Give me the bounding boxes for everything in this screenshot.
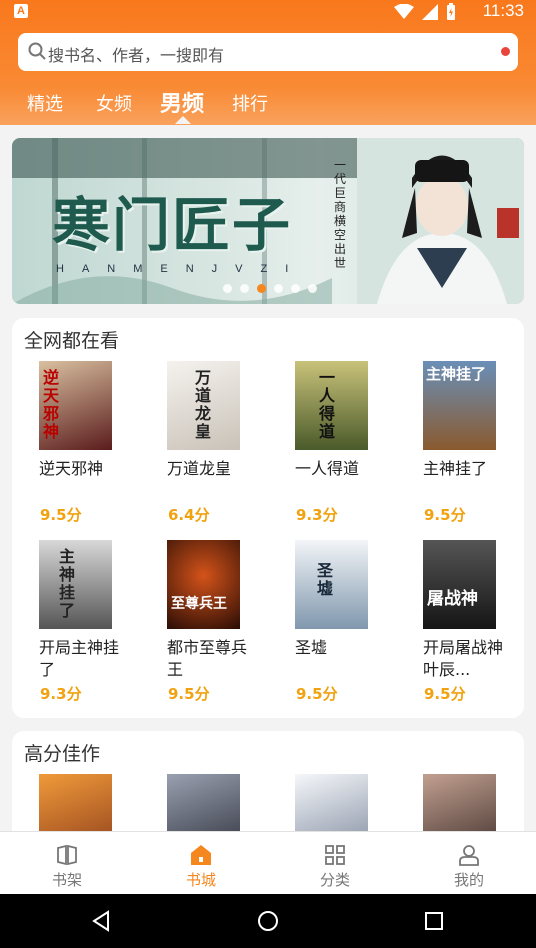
book-title: 圣墟 xyxy=(295,638,328,657)
app-header: A 11:33 搜书名、作者，一搜即有 精选 女频 男频 排行 xyxy=(0,0,536,125)
banner-tagline: 一代巨商横空出世 xyxy=(334,158,347,270)
book-cover[interactable]: 万道龙皇 xyxy=(167,361,240,450)
book-cover[interactable]: 主神挂了 xyxy=(423,361,496,450)
nav-bookstore[interactable]: 书城 xyxy=(134,832,268,895)
book-cover[interactable]: 一人得道 xyxy=(295,361,368,450)
active-tab-indicator xyxy=(175,116,191,124)
book-cover[interactable]: 逆天邪神 xyxy=(39,361,112,450)
book-cover[interactable]: 主神挂了 xyxy=(39,540,112,629)
banner-dot-active[interactable] xyxy=(257,284,266,293)
status-icons xyxy=(394,3,456,21)
notification-dot xyxy=(501,47,510,56)
banner-pinyin: HANMENJVZI xyxy=(56,263,307,275)
cover-title: 主神挂了 xyxy=(59,547,76,620)
app-notification-icon: A xyxy=(14,4,28,18)
status-time: 11:33 xyxy=(482,1,524,20)
wifi-icon xyxy=(394,4,414,19)
book-score: 9.3分 xyxy=(296,506,338,524)
tab-female[interactable]: 女频 xyxy=(96,90,132,116)
book-score: 9.5分 xyxy=(424,685,466,703)
nav-label: 书城 xyxy=(185,871,216,889)
user-icon xyxy=(459,845,479,866)
book-score: 9.5分 xyxy=(296,685,338,703)
banner-title: 寒门匠子 xyxy=(52,191,293,259)
book-cover[interactable]: 圣墟 xyxy=(295,540,368,629)
promo-banner[interactable]: 寒门匠子 HANMENJVZI 一代巨商横空出世 xyxy=(12,138,524,304)
tab-featured[interactable]: 精选 xyxy=(27,90,63,116)
status-bar: A 11:33 xyxy=(0,0,536,24)
book-title: 开局主神挂了 xyxy=(39,638,120,679)
cover-title: 屠战神 xyxy=(427,589,478,609)
section-trending: 全网都在看 逆天邪神 逆天邪神 9.5分 万道龙皇 万道龙皇 6.4分 一人得道… xyxy=(12,318,524,718)
cover-title: 圣墟 xyxy=(317,561,334,598)
cover-title: 至尊兵王 xyxy=(171,596,227,612)
search-icon xyxy=(28,42,46,60)
home-icon xyxy=(191,845,211,865)
book-score: 9.5分 xyxy=(40,506,82,524)
book-score: 6.4分 xyxy=(168,506,210,524)
bottom-navigation: 书架 书城 分类 我的 xyxy=(0,831,536,895)
tab-male[interactable]: 男频 xyxy=(160,86,204,118)
banner-dot[interactable] xyxy=(291,284,300,293)
book-title: 主神挂了 xyxy=(423,459,488,478)
back-icon[interactable] xyxy=(90,910,112,932)
banner-dot[interactable] xyxy=(274,284,283,293)
home-circle-icon[interactable] xyxy=(257,910,279,932)
book-title: 一人得道 xyxy=(295,459,360,478)
grid-icon xyxy=(325,845,345,865)
book-title: 开局屠战神叶辰... xyxy=(423,638,504,679)
search-placeholder: 搜书名、作者，一搜即有 xyxy=(48,46,225,65)
nav-bookshelf[interactable]: 书架 xyxy=(0,832,134,895)
banner-character-art xyxy=(357,138,524,304)
cover-title: 一人得道 xyxy=(319,368,336,441)
section-title: 全网都在看 xyxy=(24,330,120,352)
cover-title: 逆天邪神 xyxy=(43,368,60,441)
banner-dot[interactable] xyxy=(240,284,249,293)
nav-label: 分类 xyxy=(319,871,350,889)
book-cover[interactable]: 至尊兵王 xyxy=(167,540,240,629)
search-bar[interactable]: 搜书名、作者，一搜即有 xyxy=(18,33,518,71)
nav-profile[interactable]: 我的 xyxy=(402,832,536,895)
book-title: 逆天邪神 xyxy=(39,459,104,478)
book-cover[interactable]: 屠战神 xyxy=(423,540,496,629)
banner-dot[interactable] xyxy=(308,284,317,293)
cover-title: 主神挂了 xyxy=(426,365,487,383)
tab-ranking[interactable]: 排行 xyxy=(232,90,268,116)
cover-title: 万道龙皇 xyxy=(195,368,212,441)
system-navigation-bar xyxy=(0,894,536,948)
book-score: 9.5分 xyxy=(168,685,210,703)
banner-pagination xyxy=(0,284,536,294)
battery-icon xyxy=(447,3,455,20)
nav-label: 我的 xyxy=(453,871,484,889)
recents-icon[interactable] xyxy=(424,911,444,931)
category-tabs: 精选 女频 男频 排行 xyxy=(0,84,536,124)
book-title: 万道龙皇 xyxy=(167,459,232,478)
banner-dot[interactable] xyxy=(223,284,232,293)
nav-category[interactable]: 分类 xyxy=(268,832,402,895)
section-title: 高分佳作 xyxy=(24,743,101,765)
book-score: 9.3分 xyxy=(40,685,82,703)
nav-label: 书架 xyxy=(51,871,82,889)
book-title: 都市至尊兵王 xyxy=(167,638,248,679)
signal-icon xyxy=(422,4,438,20)
book-icon xyxy=(57,844,77,866)
book-score: 9.5分 xyxy=(424,506,466,524)
